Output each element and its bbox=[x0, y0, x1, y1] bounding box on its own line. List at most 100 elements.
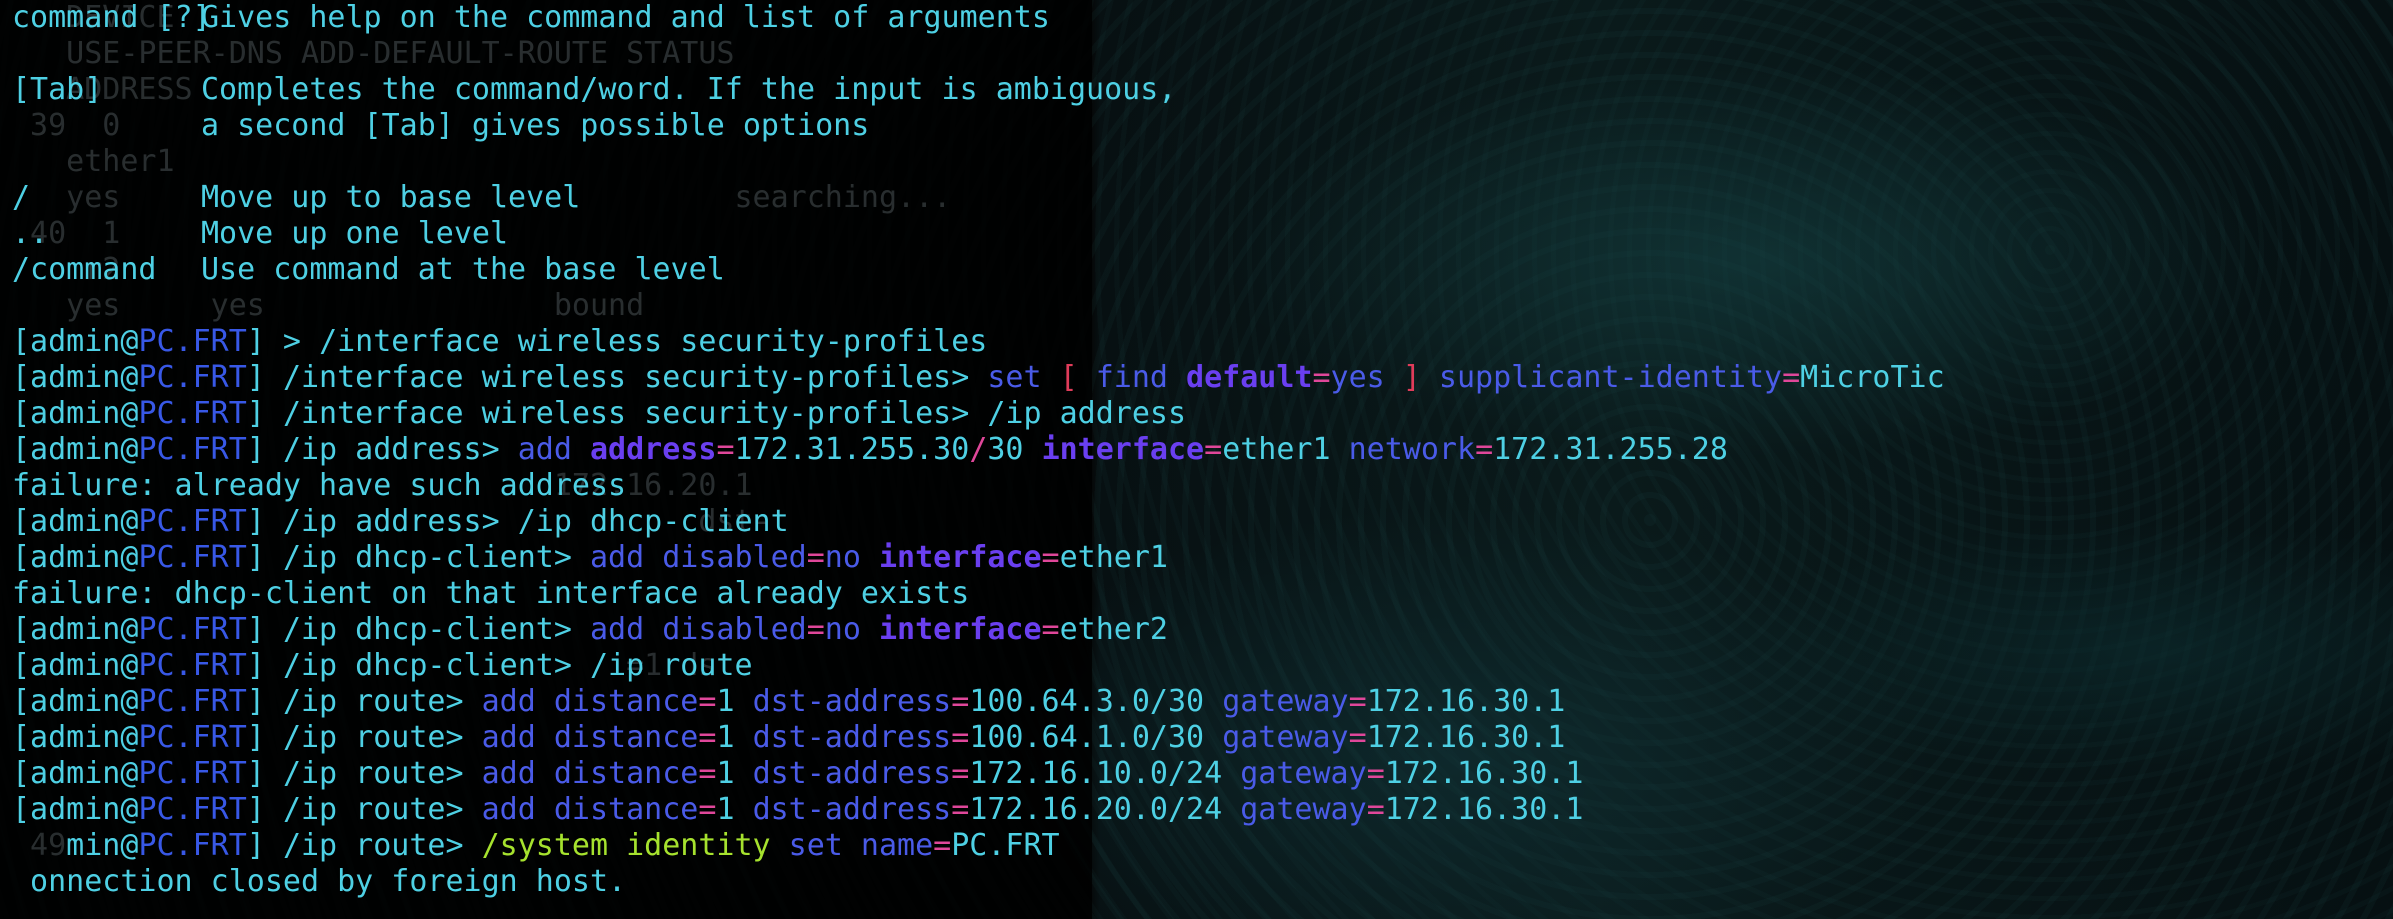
command-token: [ bbox=[1059, 360, 1096, 395]
command-token: / bbox=[969, 432, 988, 467]
command-token: interface bbox=[1041, 432, 1205, 467]
command-token: = bbox=[1366, 792, 1385, 827]
command-token: 100.64.3.0/30 bbox=[969, 684, 1223, 719]
hostname: PC.FRT bbox=[138, 828, 247, 863]
command-token: /system identity bbox=[481, 828, 789, 863]
help-line: yes yes bound bbox=[12, 288, 2382, 324]
help-line: ether1 bbox=[12, 144, 2382, 180]
help-entry: /command Use command at the base level bbox=[12, 252, 725, 287]
terminal-line: [admin@PC.FRT] /ip address> add address=… bbox=[12, 432, 2382, 468]
prompt-text: [admin@ bbox=[12, 396, 139, 431]
command-token: = bbox=[1312, 360, 1331, 395]
command-token: address bbox=[590, 432, 717, 467]
terminal-line: [admin@PC.FRT] > /interface wireless sec… bbox=[12, 324, 2382, 360]
help-key: command [?] bbox=[12, 0, 211, 35]
hostname: PC.FRT bbox=[138, 612, 247, 647]
command-token: find bbox=[1095, 360, 1187, 395]
command-line: [admin@PC.FRT] /ip route> add distance=1… bbox=[12, 756, 1583, 791]
command-token: = bbox=[1041, 612, 1060, 647]
command-token: /ip dhcp-client> bbox=[282, 612, 590, 647]
command-token: = bbox=[698, 792, 717, 827]
prompt-text: min@ bbox=[12, 828, 139, 863]
background-ghost-text: yes yes bound bbox=[12, 288, 645, 323]
command-token: = bbox=[1204, 432, 1223, 467]
prompt-text: [admin@ bbox=[12, 324, 139, 359]
prompt-text: ] bbox=[246, 504, 283, 539]
terminal-line: [admin@PC.FRT] /interface wireless secur… bbox=[12, 396, 2382, 432]
command-token: ether1 bbox=[1059, 540, 1168, 575]
command-line: failure: dhcp-client on that interface a… bbox=[12, 576, 969, 611]
command-token: = bbox=[951, 684, 970, 719]
help-key: /command bbox=[12, 252, 157, 287]
command-token: = bbox=[1475, 432, 1494, 467]
command-token: 172.16.30.1 bbox=[1366, 684, 1566, 719]
prompt-text: ] bbox=[246, 612, 283, 647]
terminal-line: [admin@PC.FRT] /ip dhcp-client> add disa… bbox=[12, 612, 2382, 648]
command-line: [admin@PC.FRT] /ip dhcp-client> add disa… bbox=[12, 612, 1168, 647]
command-token: /interface wireless security-profiles> /… bbox=[282, 396, 1187, 431]
command-token: = bbox=[951, 792, 970, 827]
command-token: add disabled bbox=[589, 612, 807, 647]
hostname: PC.FRT bbox=[138, 648, 247, 683]
help-description: Use command at the base level bbox=[201, 252, 725, 287]
terminal-line: [admin@PC.FRT] /interface wireless secur… bbox=[12, 360, 2382, 396]
command-token: MicroTic bbox=[1800, 360, 1945, 395]
command-token: gateway bbox=[1222, 684, 1349, 719]
command-token: = bbox=[716, 432, 735, 467]
command-token: add distance bbox=[481, 684, 699, 719]
prompt-text: [admin@ bbox=[12, 756, 139, 791]
help-line: 39 0a second [Tab] gives possible option… bbox=[12, 108, 2382, 144]
command-token: 172.31.255.28 bbox=[1493, 432, 1728, 467]
help-entry: / Move up to base level bbox=[12, 180, 580, 215]
help-entry: command [?]Gives help on the command and… bbox=[12, 0, 1050, 35]
prompt-text: ] bbox=[246, 648, 283, 683]
command-token: network bbox=[1348, 432, 1476, 467]
terminal-line: [admin@PC.FRT] /ip route> add distance=1… bbox=[12, 720, 2382, 756]
command-token: /ip route> bbox=[282, 828, 482, 863]
command-token: 1 bbox=[716, 720, 753, 755]
prompt-text: [admin@ bbox=[12, 540, 139, 575]
help-line: USE-PEER-DNS ADD-DEFAULT-ROUTE STATUS bbox=[12, 36, 2382, 72]
prompt-text: [admin@ bbox=[12, 720, 139, 755]
command-token: = bbox=[951, 720, 970, 755]
prompt-text: ] bbox=[246, 540, 283, 575]
command-token: failure: dhcp-client on that interface a… bbox=[12, 576, 970, 611]
command-token: /ip address> bbox=[282, 432, 518, 467]
command-token: no bbox=[824, 612, 879, 647]
command-token: dst-address bbox=[752, 684, 952, 719]
command-token: gateway bbox=[1240, 792, 1367, 827]
help-description: Move up to base level bbox=[201, 180, 581, 215]
terminal-line: 49 min@PC.FRT] /ip route> /system identi… bbox=[12, 828, 2382, 864]
command-token: ] bbox=[1402, 360, 1439, 395]
help-line: DEVICE command [?]Gives help on the comma… bbox=[12, 0, 2382, 36]
prompt-text: ] bbox=[246, 828, 283, 863]
terminal-line: failure: dhcp-client on that interface a… bbox=[12, 576, 2382, 612]
command-token: ether2 bbox=[1059, 612, 1168, 647]
help-line: yes searching... / Move up to base level bbox=[12, 180, 2382, 216]
hostname: PC.FRT bbox=[138, 540, 247, 575]
help-entry: [Tab] Completes the command/word. If the … bbox=[12, 72, 1176, 107]
prompt-text: [admin@ bbox=[12, 432, 139, 467]
command-token: 172.31.255.30 bbox=[734, 432, 970, 467]
command-token: /ip route> bbox=[282, 720, 482, 755]
command-token: 30 bbox=[987, 432, 1042, 467]
command-line: [admin@PC.FRT] /ip route> add distance=1… bbox=[12, 720, 1565, 755]
command-token: = bbox=[1782, 360, 1801, 395]
command-token: interface bbox=[878, 540, 1042, 575]
command-token: = bbox=[1041, 540, 1060, 575]
command-token: = bbox=[1366, 756, 1385, 791]
terminal-line: 172.16.20.1 failure: already have such ad… bbox=[12, 468, 2382, 504]
help-description: Move up one level bbox=[201, 216, 509, 251]
command-token: 172.16.20.0/24 bbox=[969, 792, 1241, 827]
command-token: ether1 bbox=[1222, 432, 1349, 467]
command-token: = bbox=[698, 756, 717, 791]
hostname: PC.FRT bbox=[138, 792, 247, 827]
command-token: interface bbox=[878, 612, 1042, 647]
command-token: yes bbox=[1330, 360, 1403, 395]
command-token: gateway bbox=[1222, 720, 1349, 755]
hostname: PC.FRT bbox=[138, 720, 247, 755]
help-line: ADDRESS [Tab] Completes the command/word. … bbox=[12, 72, 2382, 108]
prompt-text: ] bbox=[246, 360, 283, 395]
terminal-output[interactable]: DEVICE command [?]Gives help on the comma… bbox=[12, 0, 2382, 919]
help-key: / bbox=[12, 180, 31, 215]
